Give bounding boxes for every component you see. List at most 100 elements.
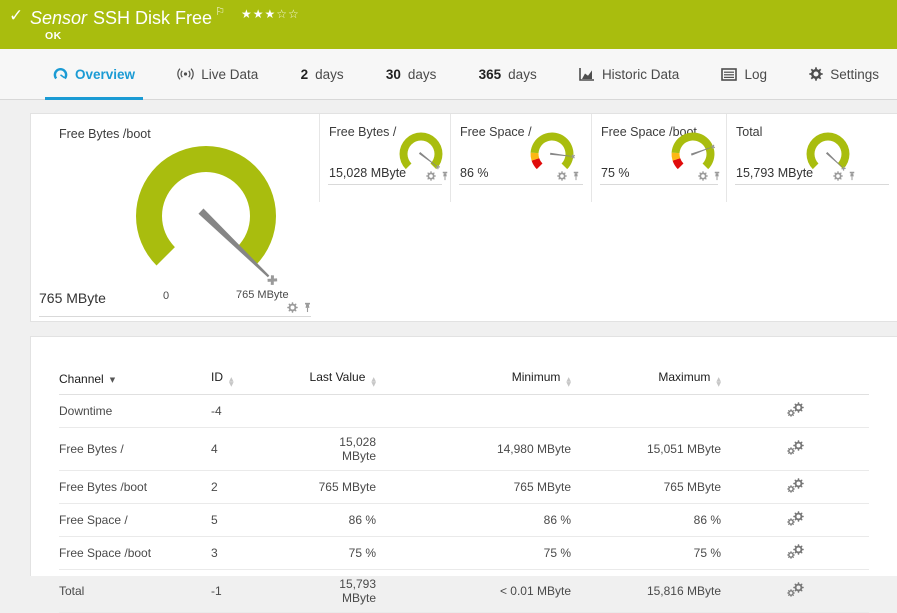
channel-maximum: 15,816 MByte	[571, 569, 721, 613]
gauge-pin-icon[interactable]	[847, 171, 857, 181]
sort-both-icon: ▲ ▼	[371, 376, 376, 388]
channel-minimum: 75 %	[376, 536, 571, 570]
tab-label: Log	[744, 66, 767, 82]
priority-stars[interactable]: ★★★☆☆	[241, 7, 300, 21]
tab-label: Historic Data	[601, 66, 680, 82]
tab-label: days	[315, 66, 344, 82]
gauge-title: Total	[736, 125, 763, 139]
gauge-pin-icon[interactable]	[571, 171, 581, 181]
page-title: Sensor SSH Disk Free ⚐ ★★★☆☆	[30, 5, 300, 29]
table-row: Downtime -4	[59, 394, 869, 428]
channel-name: Total	[59, 569, 211, 613]
channel-last-value: 86 %	[306, 503, 376, 537]
gauge-value: 15,793 MByte	[736, 166, 814, 180]
column-header-id[interactable]: ID ▲ ▼	[211, 363, 306, 395]
channel-maximum: 765 MByte	[571, 470, 721, 504]
channel-minimum: 86 %	[376, 503, 571, 537]
gauge-title: Free Space /	[460, 125, 532, 139]
main-gauge-cell: Free Bytes /boot 0 765 MByte 765 MByte	[31, 114, 319, 321]
channel-name: Downtime	[59, 394, 211, 428]
flag-icon[interactable]: ⚐	[215, 5, 225, 18]
channel-minimum: < 0.01 MByte	[376, 569, 571, 613]
channel-settings-gears-icon[interactable]	[787, 440, 804, 455]
gauge-scale-max: 765 MByte	[236, 289, 289, 301]
channel-settings-gears-icon[interactable]	[787, 582, 804, 597]
channel-id: 5	[211, 503, 306, 537]
gauge-pin-icon[interactable]	[302, 302, 313, 313]
gauge-scale-min: 0	[163, 290, 170, 302]
table-row: Free Bytes /boot 2 765 MByte 765 MByte 7…	[59, 470, 869, 504]
channel-maximum	[571, 394, 721, 428]
gauge-pin-icon[interactable]	[440, 171, 450, 181]
channel-last-value: 15,793 MByte	[306, 569, 376, 613]
gauge-title: Free Bytes /	[329, 125, 397, 139]
sort-both-icon: ▲ ▼	[229, 376, 234, 388]
gear-icon	[809, 67, 823, 81]
gauge-settings-gear-icon[interactable]	[426, 171, 436, 181]
divider	[735, 184, 889, 185]
status-badge: OK	[45, 30, 62, 42]
sort-both-icon: ▲ ▼	[716, 376, 721, 388]
channel-minimum: 765 MByte	[376, 470, 571, 504]
tab-365-days[interactable]: 365 days	[471, 49, 545, 99]
table-row: Total -1 15,793 MByte < 0.01 MByte 15,81…	[59, 569, 869, 613]
gauge-pin-icon[interactable]	[712, 171, 722, 181]
table-row: Free Space /boot 3 75 % 75 % 75 %	[59, 536, 869, 570]
column-header-last-value[interactable]: Last Value ▲ ▼	[306, 363, 376, 395]
tab-30-days[interactable]: 30 days	[378, 49, 445, 99]
channel-id: 4	[211, 427, 306, 471]
channel-last-value: 15,028 MByte	[306, 427, 376, 471]
gauge-value: 15,028 MByte	[329, 166, 407, 180]
tab-overview[interactable]: Overview	[45, 49, 144, 100]
channel-id: -4	[211, 394, 306, 428]
channel-last-value: 75 %	[306, 536, 376, 570]
channels-panel: Channel ▼ ID ▲ ▼ Last Value ▲ ▼ Minimum ▲ ▼ Max…	[30, 336, 897, 613]
channel-maximum: 86 %	[571, 503, 721, 537]
tab-label: Overview	[75, 66, 136, 82]
tab-live-data[interactable]: Live Data	[169, 49, 266, 99]
channel-settings-gears-icon[interactable]	[787, 402, 804, 417]
gauge-settings-gear-icon[interactable]	[287, 302, 298, 313]
status-check-icon: ✓	[9, 6, 24, 26]
tab-settings[interactable]: Settings	[801, 49, 887, 99]
mini-gauge-cell-free-space-root: Free Space / 86 %	[450, 114, 591, 202]
table-row: Free Space / 5 86 % 86 % 86 %	[59, 503, 869, 537]
table-row: Free Bytes / 4 15,028 MByte 14,980 MByte…	[59, 427, 869, 471]
gauge-settings-gear-icon[interactable]	[557, 171, 567, 181]
channel-maximum: 75 %	[571, 536, 721, 570]
tab-historic-data[interactable]: Historic Data	[571, 49, 687, 99]
sort-desc-icon: ▼	[109, 375, 116, 384]
sensor-name: SSH Disk Free	[93, 8, 213, 28]
main-gauge	[136, 146, 278, 285]
sort-both-icon: ▲ ▼	[566, 376, 571, 388]
tab-log[interactable]: Log	[713, 49, 775, 99]
channel-settings-gears-icon[interactable]	[787, 478, 804, 493]
mini-gauges-row: Free Bytes / 15,028 MByte Free Space / 8…	[319, 114, 897, 202]
gauge-settings-gear-icon[interactable]	[833, 171, 843, 181]
column-header-minimum[interactable]: Minimum ▲ ▼	[376, 363, 571, 395]
tab-2-days[interactable]: 2 days	[293, 49, 352, 99]
tab-label: Live Data	[201, 66, 259, 82]
stars-empty: ☆☆	[276, 7, 300, 21]
channel-settings-gears-icon[interactable]	[787, 511, 804, 526]
gauge-settings-gear-icon[interactable]	[698, 171, 708, 181]
gauge-value: 86 %	[460, 166, 489, 180]
divider	[328, 184, 442, 185]
channel-settings-gears-icon[interactable]	[787, 544, 804, 559]
gauge-icon	[53, 67, 68, 79]
mini-gauge-cell-total: Total 15,793 MByte	[726, 114, 897, 202]
log-icon	[721, 67, 738, 81]
divider	[39, 316, 311, 317]
column-header-channel[interactable]: Channel ▼	[59, 363, 211, 395]
channel-maximum: 15,051 MByte	[571, 427, 721, 471]
channel-minimum	[376, 394, 571, 428]
channel-name: Free Bytes /boot	[59, 470, 211, 504]
channel-id: 3	[211, 536, 306, 570]
stars-filled: ★★★	[240, 7, 277, 21]
gauge-title: Free Bytes /boot	[59, 127, 151, 141]
tab-label: days	[508, 66, 537, 82]
channel-minimum: 14,980 MByte	[376, 427, 571, 471]
area-chart-icon	[579, 68, 594, 81]
sensor-header: ✓ Sensor SSH Disk Free ⚐ ★★★☆☆ OK	[0, 0, 897, 49]
column-header-maximum[interactable]: Maximum ▲ ▼	[571, 363, 721, 395]
